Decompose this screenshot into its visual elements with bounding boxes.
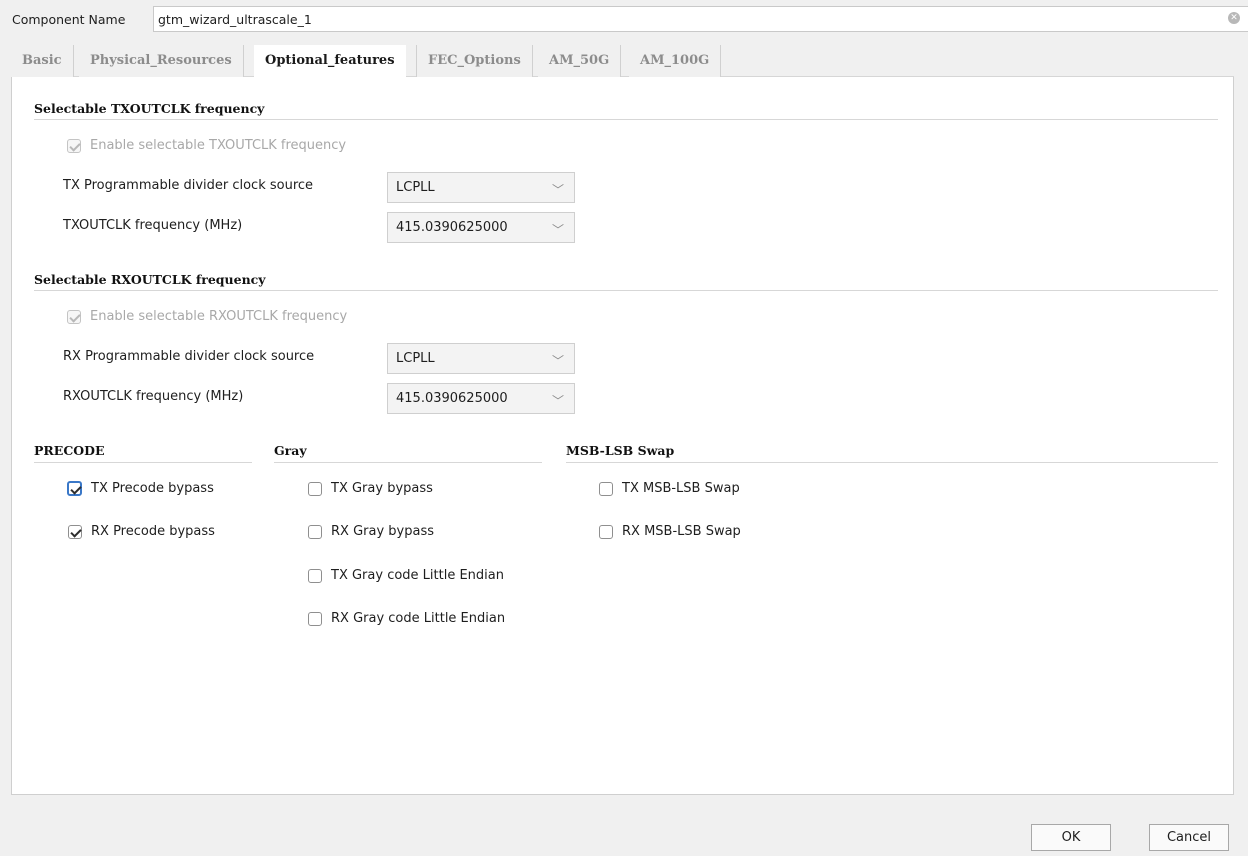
enable-rxoutclk-checkbox[interactable] <box>67 310 81 324</box>
rx-msb-lsb-swap-label: RX MSB-LSB Swap <box>622 524 741 539</box>
msb-lsb-divider <box>566 462 1218 463</box>
tab-basic[interactable]: Basic <box>11 45 74 77</box>
gray-section-title: Gray <box>274 443 307 458</box>
tx-gray-little-endian-label: TX Gray code Little Endian <box>331 568 504 583</box>
clear-icon[interactable]: ✕ <box>1228 12 1240 24</box>
ok-button[interactable]: OK <box>1031 824 1111 851</box>
txoutclk-frequency-select[interactable]: 415.0390625000 ﹀ <box>387 212 575 243</box>
enable-rxoutclk-label: Enable selectable RXOUTCLK frequency <box>90 309 348 324</box>
tab-physical-resources[interactable]: Physical_Resources <box>79 45 244 77</box>
component-name-input[interactable]: gtm_wizard_ultrascale_1 <box>153 6 1248 32</box>
tx-gray-bypass-checkbox[interactable] <box>308 482 322 496</box>
rxoutclk-section-title: Selectable RXOUTCLK frequency <box>34 272 266 287</box>
txoutclk-section-title: Selectable TXOUTCLK frequency <box>34 101 265 116</box>
tx-divider-source-select[interactable]: LCPLL ﹀ <box>387 172 575 203</box>
gray-divider <box>274 462 542 463</box>
rxoutclk-divider <box>34 290 1218 291</box>
rx-gray-little-endian-checkbox[interactable] <box>308 612 322 626</box>
tx-msb-lsb-swap-label: TX MSB-LSB Swap <box>622 481 740 496</box>
chevron-down-icon: ﹀ <box>551 394 564 408</box>
tx-divider-source-label: TX Programmable divider clock source <box>63 178 314 193</box>
enable-txoutclk-label: Enable selectable TXOUTCLK frequency <box>90 138 347 153</box>
component-name-row: Component Name gtm_wizard_ultrascale_1 ✕ <box>10 6 1248 34</box>
rx-precode-bypass-checkbox[interactable] <box>68 525 82 539</box>
txoutclk-frequency-label: TXOUTCLK frequency (MHz) <box>63 218 243 233</box>
cancel-button[interactable]: Cancel <box>1149 824 1229 851</box>
precode-section-title: PRECODE <box>34 443 105 458</box>
rxoutclk-frequency-select[interactable]: 415.0390625000 ﹀ <box>387 383 575 414</box>
tab-am-100g[interactable]: AM_100G <box>629 45 722 77</box>
tab-fec-options[interactable]: FEC_Options <box>416 45 533 77</box>
rx-divider-source-label: RX Programmable divider clock source <box>63 349 315 364</box>
tab-bar: Basic Physical_Resources Optional_featur… <box>11 45 1234 78</box>
rx-msb-lsb-swap-checkbox[interactable] <box>599 525 613 539</box>
tx-precode-bypass-label: TX Precode bypass <box>91 481 214 496</box>
msb-lsb-section-title: MSB-LSB Swap <box>566 443 675 458</box>
chevron-down-icon: ﹀ <box>551 223 564 237</box>
optional-features-panel: Selectable TXOUTCLK frequency Enable sel… <box>11 77 1234 795</box>
rx-divider-source-value: LCPLL <box>396 351 435 366</box>
rx-gray-bypass-label: RX Gray bypass <box>331 524 434 539</box>
rx-divider-source-select[interactable]: LCPLL ﹀ <box>387 343 575 374</box>
chevron-down-icon: ﹀ <box>551 183 564 197</box>
chevron-down-icon: ﹀ <box>551 354 564 368</box>
txoutclk-frequency-value: 415.0390625000 <box>396 220 508 235</box>
rxoutclk-frequency-label: RXOUTCLK frequency (MHz) <box>63 389 244 404</box>
enable-txoutclk-checkbox[interactable] <box>67 139 81 153</box>
component-name-label: Component Name <box>12 12 126 27</box>
tab-optional-features[interactable]: Optional_features <box>254 45 406 78</box>
tx-gray-little-endian-checkbox[interactable] <box>308 569 322 583</box>
tx-msb-lsb-swap-checkbox[interactable] <box>599 482 613 496</box>
rx-gray-little-endian-label: RX Gray code Little Endian <box>331 611 506 626</box>
tx-gray-bypass-label: TX Gray bypass <box>331 481 433 496</box>
precode-divider <box>34 462 252 463</box>
rx-precode-bypass-label: RX Precode bypass <box>91 524 215 539</box>
rxoutclk-frequency-value: 415.0390625000 <box>396 391 508 406</box>
tx-divider-source-value: LCPLL <box>396 180 435 195</box>
txoutclk-divider <box>34 119 1218 120</box>
tx-precode-bypass-checkbox[interactable] <box>67 481 82 496</box>
tab-am-50g[interactable]: AM_50G <box>538 45 622 77</box>
rx-gray-bypass-checkbox[interactable] <box>308 525 322 539</box>
